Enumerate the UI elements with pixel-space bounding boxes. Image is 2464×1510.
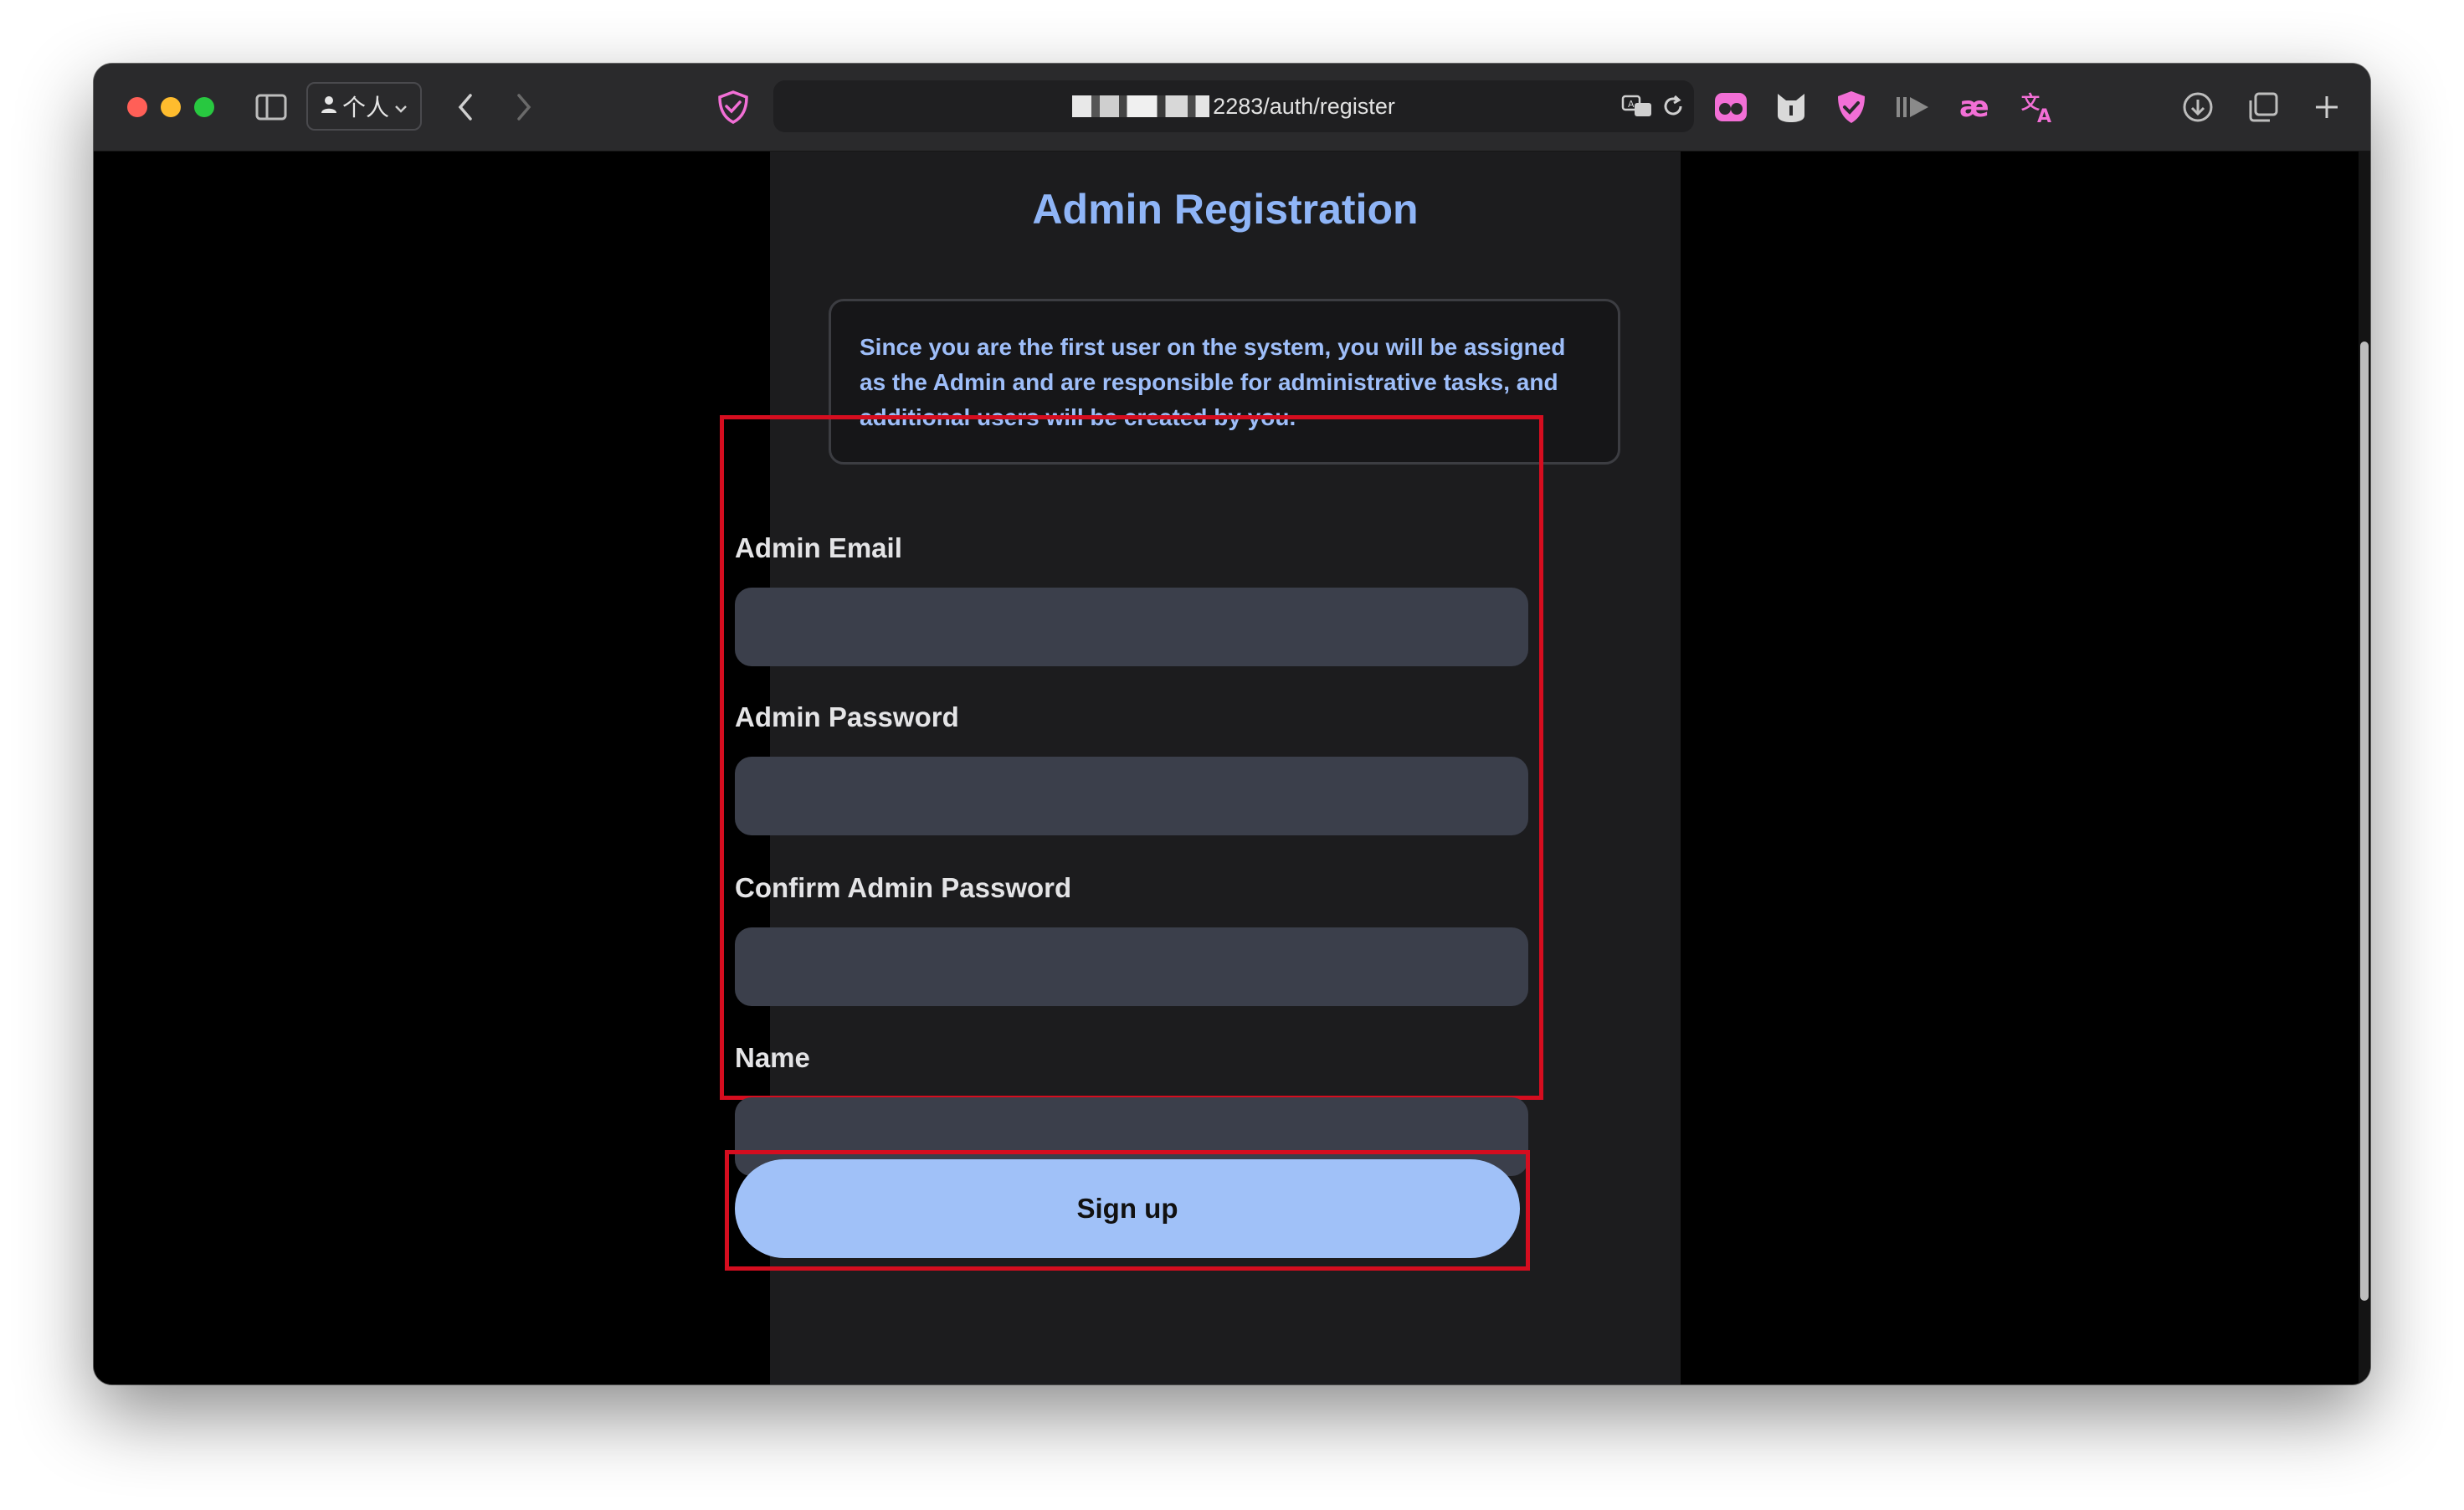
address-bar[interactable]: 2283/auth/register A [773,80,1694,132]
translate-extension-icon[interactable]: 文A [2019,89,2059,126]
url-text: 2283/auth/register [1213,93,1395,119]
browser-toolbar: 个人 2283/auth/register A æ 文 A [94,64,2370,152]
shield-extension-icon[interactable] [1833,89,1870,126]
shield-check-icon[interactable] [715,89,752,126]
cat-extension-icon[interactable] [1773,89,1810,126]
maximize-window-button[interactable] [194,97,214,117]
admin-email-label: Admin Email [735,532,902,563]
svg-text:A: A [2037,106,2051,124]
admin-email-input[interactable] [735,588,1528,666]
close-window-button[interactable] [127,97,147,117]
sign-up-button[interactable]: Sign up [735,1159,1520,1258]
tabs-overview-icon[interactable] [2245,89,2282,126]
name-label: Name [735,1042,810,1073]
svg-text:æ: æ [1959,93,1989,121]
confirm-admin-password-label: Confirm Admin Password [735,872,1072,903]
reload-icon[interactable] [1659,92,1687,121]
eyes-extension-icon[interactable] [1712,89,1749,126]
sidebar-icon[interactable] [254,92,288,122]
scrollbar-thumb[interactable] [2360,342,2369,1301]
minimize-window-button[interactable] [161,97,181,117]
admin-password-label: Admin Password [735,701,959,732]
back-icon[interactable] [449,89,482,126]
translate-icon[interactable]: A [1620,92,1654,121]
skip-extension-icon[interactable] [1893,89,1933,126]
profile-label: 个人 [341,95,389,121]
profile-button[interactable]: 个人 [306,82,422,131]
forward-icon[interactable] [507,89,541,126]
person-icon [321,93,337,120]
new-tab-icon[interactable] [2308,89,2345,126]
download-icon[interactable] [2179,89,2216,126]
page-title: Admin Registration [1032,186,1419,233]
admin-password-input[interactable] [735,757,1528,835]
ae-extension-icon[interactable]: æ [1957,89,1997,126]
chevron-down-icon [394,93,408,120]
redacted-host [1072,95,1210,117]
svg-text:A: A [1628,99,1635,110]
url-display: 2283/auth/register [773,80,1694,132]
confirm-admin-password-input[interactable] [735,927,1528,1006]
